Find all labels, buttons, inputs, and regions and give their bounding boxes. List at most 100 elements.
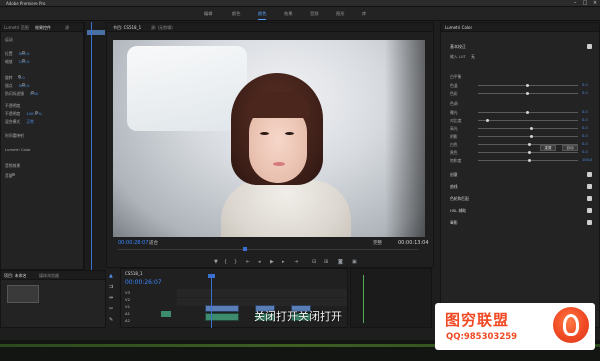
keyframe-icon[interactable] [17, 75, 21, 78]
ripple-edit-icon[interactable]: ⇹ [109, 295, 113, 301]
vignette-checkbox[interactable] [587, 220, 592, 225]
workspace-tab-audio[interactable]: 音频 [310, 11, 318, 17]
ec-row[interactable]: 位置 960.0 [5, 51, 29, 56]
curves-checkbox[interactable] [587, 184, 592, 189]
workspace-tab-graphics[interactable]: 图形 [336, 11, 344, 17]
ec-row[interactable]: 音频效果 [5, 163, 26, 168]
lumetri-row[interactable]: 阴影 [450, 134, 458, 140]
highlights-slider[interactable] [478, 127, 578, 130]
ec-row[interactable]: 锚点 960.0 [5, 83, 29, 88]
timeline-playhead[interactable] [211, 276, 212, 328]
compare-icon[interactable]: ▣ [352, 259, 357, 265]
ec-row[interactable]: 不透明度 [5, 103, 26, 108]
ec-row[interactable]: 旋转 0.0 [5, 75, 25, 80]
maximize-icon[interactable]: □ [580, 0, 590, 7]
extract-icon[interactable]: ⊞ [324, 259, 328, 265]
lumetri-row[interactable]: 色调 [450, 101, 458, 107]
tab-sequence[interactable]: CS518_1 [125, 271, 143, 276]
track-sync-toggle[interactable] [161, 311, 171, 317]
step-back-icon[interactable]: ◂ [258, 259, 261, 265]
section-basic-correction[interactable]: 基本校正 [450, 44, 466, 50]
keyframe-icon[interactable] [11, 173, 15, 176]
contrast-slider[interactable] [478, 119, 578, 122]
mark-in-icon[interactable]: { [224, 259, 227, 265]
workspace-tab-color-alt[interactable]: 颜色 [232, 11, 240, 17]
ec-row[interactable]: 混合模式 正常 [5, 119, 34, 124]
tab-source-monitor[interactable]: 源: (无剪辑) [151, 25, 173, 31]
temperature-value[interactable]: 0.0 [582, 83, 588, 87]
tint-value[interactable]: 0.0 [582, 91, 588, 95]
reset-button[interactable]: 重置 [540, 145, 556, 151]
lumetri-row[interactable]: 色彩 [450, 91, 458, 97]
exposure-value[interactable]: 0.0 [582, 110, 588, 114]
section-curves[interactable]: 曲线 [450, 184, 458, 190]
video-frame[interactable] [113, 40, 425, 237]
mark-out-icon[interactable]: } [234, 259, 237, 265]
saturation-slider[interactable] [478, 159, 578, 162]
lumetri-row[interactable]: 黑色 [450, 150, 458, 156]
section-hsl[interactable]: HSL 辅助 [450, 208, 466, 214]
razor-tool-icon[interactable]: ✂ [109, 306, 113, 312]
saturation-value[interactable]: 100.0 [582, 158, 592, 162]
lumetri-row[interactable]: 饱和度 [450, 158, 461, 164]
section-color-wheels[interactable]: 色轮和匹配 [450, 196, 469, 202]
program-timecode[interactable]: 00:00:28:07 [118, 240, 149, 246]
export-frame-icon[interactable]: ◙ [338, 259, 343, 265]
ec-row[interactable]: Lumetri Color [5, 147, 37, 152]
tab-program[interactable]: 节目: CS518_1 [113, 25, 141, 31]
keyframe-icon[interactable] [34, 111, 38, 114]
program-scrubber[interactable] [118, 249, 418, 250]
step-forward-icon[interactable]: ▸ [282, 259, 285, 265]
workspace-tab-library[interactable]: 库 [362, 11, 366, 17]
section-creative[interactable]: 创意 [450, 172, 458, 178]
workspace-tab-edit[interactable]: 编辑 [204, 11, 212, 17]
go-to-in-icon[interactable]: ⇤ [246, 259, 250, 265]
whites-value[interactable]: 0.0 [582, 142, 588, 146]
program-playhead[interactable] [243, 247, 247, 251]
track-select-icon[interactable]: ⇉ [109, 284, 113, 290]
temperature-slider[interactable] [478, 84, 578, 87]
ec-row[interactable]: 音量 [5, 173, 19, 178]
track-v3[interactable] [177, 289, 347, 297]
lift-icon[interactable]: ⊟ [312, 259, 316, 265]
auto-button[interactable]: 自动 [562, 145, 578, 151]
shadows-value[interactable]: 0.0 [582, 134, 588, 138]
selection-tool-icon[interactable]: ▲ [109, 273, 113, 279]
lumetri-row[interactable]: 白平衡 [450, 74, 461, 80]
close-icon[interactable]: × [590, 0, 600, 7]
color-wheels-checkbox[interactable] [587, 196, 592, 201]
basic-correction-checkbox[interactable] [587, 44, 592, 49]
ec-row[interactable]: 不透明度 100.0 % [5, 111, 42, 116]
hsl-checkbox[interactable] [587, 208, 592, 213]
tint-slider[interactable] [478, 92, 578, 95]
pen-tool-icon[interactable]: ✎ [109, 317, 113, 323]
tab-source[interactable]: 源 [65, 25, 69, 31]
ec-row[interactable]: 缩放 100.0 [5, 59, 29, 64]
workspace-tab-effects[interactable]: 效果 [284, 11, 292, 17]
tab-effect-controls[interactable]: 效果控件 [35, 25, 51, 31]
ec-row[interactable]: 防闪烁滤镜 0.00 [5, 91, 38, 96]
ec-row[interactable]: 时间重映射 [5, 133, 30, 138]
fit-dropdown[interactable]: 适合 [149, 240, 158, 246]
workspace-tab-color[interactable]: 颜色 [258, 11, 267, 20]
lumetri-row[interactable]: 色温 [450, 83, 458, 89]
tab-lumetri-color[interactable]: Lumetri Color [445, 25, 472, 30]
lumetri-row[interactable]: 高光 [450, 126, 458, 132]
add-marker-icon[interactable]: ▼ [214, 259, 218, 265]
minimize-icon[interactable]: – [570, 0, 580, 7]
timeline-timecode[interactable]: 00:00:26:07 [125, 279, 162, 286]
lumetri-row[interactable]: 输入 LUT 无 [450, 54, 475, 60]
go-to-out-icon[interactable]: ⇥ [294, 259, 298, 265]
shadows-slider[interactable] [478, 135, 578, 138]
resolution-dropdown[interactable]: 完整 [373, 240, 382, 246]
lumetri-row[interactable]: 白色 [450, 142, 458, 148]
creative-checkbox[interactable] [587, 172, 592, 177]
lumetri-row[interactable]: 对比度 [450, 118, 461, 124]
tab-project[interactable]: 项目: 未命名 [4, 273, 27, 279]
blacks-slider[interactable] [478, 151, 578, 154]
tab-lumetri-scopes[interactable]: Lumetri 范围 [4, 25, 29, 31]
project-thumbnail[interactable] [7, 285, 39, 303]
exposure-slider[interactable] [478, 111, 578, 114]
blacks-value[interactable]: 0.0 [582, 150, 588, 154]
tab-media-browser[interactable]: 媒体浏览器 [39, 273, 59, 279]
